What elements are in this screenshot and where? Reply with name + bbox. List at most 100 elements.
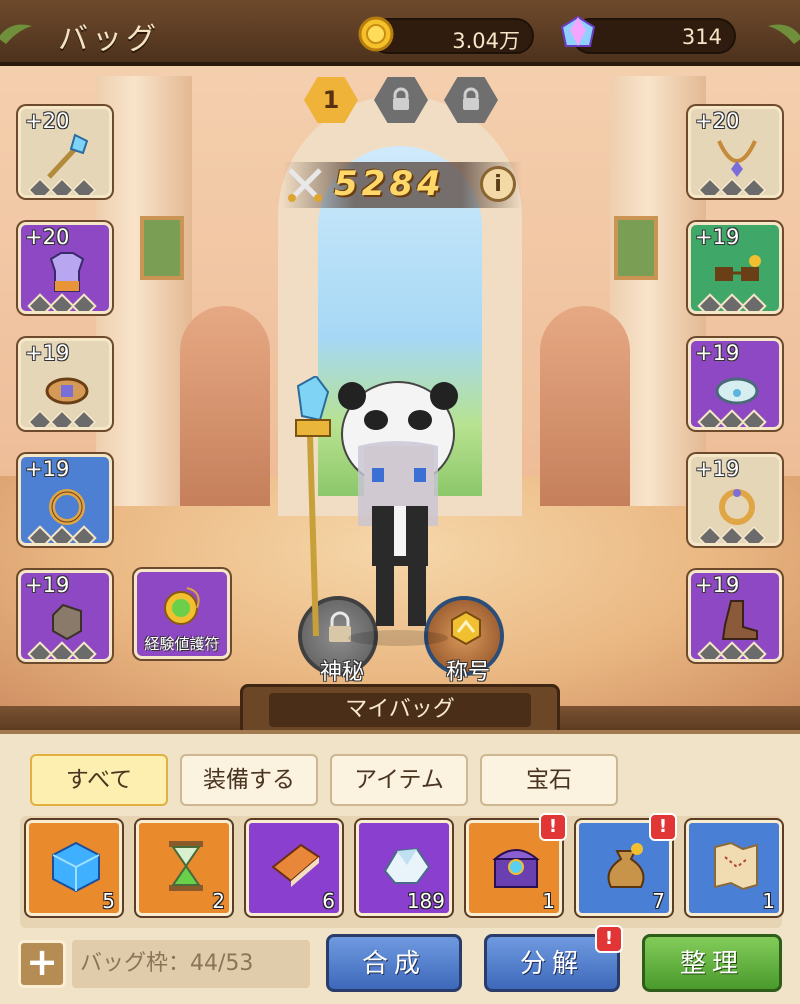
ring-icon (719, 489, 755, 525)
amulet-label: 経験値護符 (144, 635, 220, 653)
equip-slot-accessory[interactable]: +19 (688, 222, 782, 314)
tab-all[interactable]: すべて (30, 754, 168, 806)
decompose-button[interactable]: 分解 ! (484, 925, 623, 992)
bag-panel: すべて 装備する アイテム 宝石 5 2 6 189 ! 1 ! 7 1 + バ… (0, 730, 800, 1004)
book-icon (271, 843, 321, 887)
wall-painting (140, 216, 184, 280)
wall-painting (614, 216, 658, 280)
equip-level: +19 (695, 225, 740, 249)
tab-gems[interactable]: 宝石 (480, 754, 618, 806)
coin-amount: 3.04万 (452, 29, 520, 53)
synthesize-button[interactable]: 合成 (326, 934, 462, 992)
alert-badge: ! (595, 925, 623, 953)
gem-sockets (697, 641, 767, 659)
crossed-swords-icon (288, 168, 322, 202)
bag-item[interactable]: 189 (356, 820, 452, 916)
boots-icon (721, 600, 758, 640)
equip-level: +19 (695, 457, 740, 481)
gem-sockets (27, 293, 97, 311)
chest-icon (492, 849, 540, 888)
combat-power-value: 5284 (334, 164, 445, 204)
equip-slot-armor[interactable]: +20 (18, 222, 112, 314)
leaf-decoration-icon (768, 24, 800, 44)
equip-level: +20 (25, 109, 70, 133)
equip-slot-weapon[interactable]: +20 (18, 106, 112, 198)
gem-sockets (27, 525, 97, 543)
coin-counter[interactable]: 3.04万 (358, 16, 534, 54)
equip-slot-boots[interactable]: +19 (688, 570, 782, 662)
glasses-icon (715, 255, 761, 281)
equip-slot-belt[interactable]: +19 (18, 338, 112, 430)
bag-item[interactable]: 2 (136, 820, 232, 916)
bag-item[interactable]: ! 7 (576, 813, 677, 916)
exp-amulet-slot[interactable]: 経験値護符 (134, 569, 230, 659)
item-count: 7 (652, 889, 665, 913)
alert-badge: ! (539, 813, 567, 841)
cube-icon (52, 841, 100, 893)
alert-badge: ! (649, 813, 677, 841)
info-icon[interactable]: i (480, 166, 516, 202)
bracelet-icon (715, 377, 759, 405)
equip-slot-bracelet[interactable]: +19 (688, 338, 782, 430)
equip-slot-ring[interactable]: +19 (18, 454, 112, 546)
sort-button[interactable]: 整理 (642, 934, 782, 992)
gem-counter[interactable]: 314 (560, 15, 736, 54)
equip-slot-glove[interactable]: +19 (18, 570, 112, 662)
item-count: 1 (762, 889, 775, 913)
title-label: 称号 (445, 660, 490, 685)
bag-capacity: バッグ枠：44/53 (72, 940, 310, 988)
coin-bag-icon (607, 843, 645, 888)
equip-level: +20 (695, 109, 740, 133)
mystery-label: 神秘 (319, 660, 364, 685)
tab-equipment[interactable]: 装備する (180, 754, 318, 806)
ring-icon (49, 489, 85, 525)
expand-bag-button[interactable]: + (18, 940, 66, 988)
page-title: バッグ (58, 22, 160, 57)
bag-header: マイバッグ (240, 684, 560, 736)
glove-icon (52, 603, 82, 641)
bag-header-label: マイバッグ (269, 693, 531, 727)
ore-icon (383, 847, 431, 884)
item-count: 2 (212, 889, 225, 913)
item-count: 6 (322, 889, 335, 913)
gem-icon (560, 15, 596, 47)
top-bar: バッグ 3.04万 314 (0, 0, 800, 66)
item-grid: 5 2 6 189 ! 1 ! 7 1 (20, 813, 782, 928)
item-count: 189 (406, 889, 445, 913)
equip-level: +19 (695, 573, 740, 597)
gem-sockets (697, 409, 767, 427)
tab-items[interactable]: アイテム (330, 754, 468, 806)
player-character (295, 376, 458, 646)
gem-amount: 314 (681, 25, 722, 49)
map-icon (714, 841, 758, 891)
lock-icon (393, 87, 409, 110)
side-archway (540, 306, 630, 506)
gem-sockets (697, 525, 767, 543)
lock-icon (463, 87, 479, 110)
equip-level: +19 (695, 341, 740, 365)
bag-item[interactable]: 1 (686, 820, 782, 916)
equip-slot-necklace[interactable]: +20 (688, 106, 782, 198)
belt-icon (45, 377, 89, 405)
equip-slot-ring-2[interactable]: +19 (688, 454, 782, 546)
gem-sockets (27, 641, 97, 659)
leaf-decoration-icon (0, 24, 32, 44)
gem-sockets (697, 177, 767, 195)
decompose-label: 分解 (519, 949, 584, 979)
equip-level: +19 (25, 573, 70, 597)
bag-item[interactable]: 5 (26, 820, 122, 916)
bag-item[interactable]: 6 (246, 820, 342, 916)
item-count: 1 (542, 889, 555, 913)
necklace-icon (717, 140, 757, 177)
armor-icon (49, 252, 85, 292)
bag-item[interactable]: ! 1 (466, 813, 567, 916)
item-count: 5 (102, 889, 115, 913)
side-archway (180, 306, 270, 506)
staff-icon (47, 133, 89, 179)
gem-sockets (27, 177, 97, 195)
amulet-icon (164, 587, 200, 625)
coin-icon (358, 16, 394, 52)
equip-level: +20 (25, 225, 70, 249)
equip-level: +19 (25, 341, 70, 365)
character-scene: 1 5284 i +20 +20 +19 +19 +19 +20 +19 +19… (0, 66, 800, 706)
